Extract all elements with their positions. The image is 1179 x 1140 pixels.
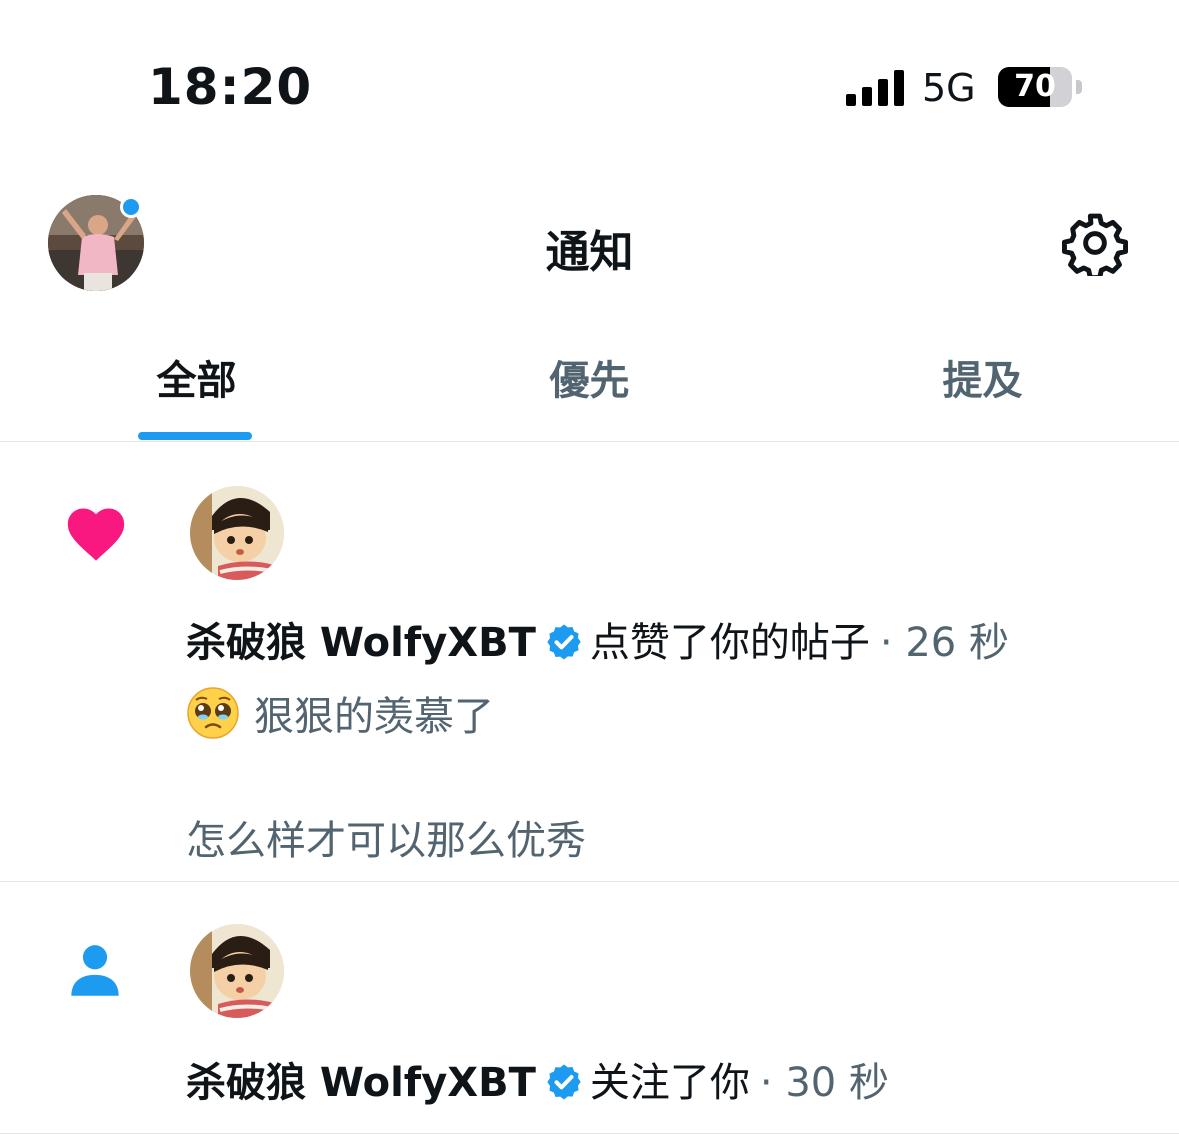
action-text: 关注了你 xyxy=(589,1060,750,1106)
timestamp: · 30 秒 xyxy=(759,1060,889,1106)
page-title: 通知 xyxy=(545,227,634,278)
battery-icon: 70 xyxy=(998,67,1072,107)
avatar-illustration xyxy=(190,924,284,1018)
unread-dot xyxy=(120,196,142,218)
post-snippet-line1: 狠狠的羡慕了 xyxy=(186,684,494,742)
notification-like[interactable]: 杀破狼 WolfyXBT 点赞了你的帖子 · 26 秒 狠狠的羡慕了 怎么样才可以那… xyxy=(0,442,1179,882)
notification-follow[interactable]: 杀破狼 WolfyXBT 关注了你 · 30 秒 xyxy=(0,882,1179,1134)
header: 通知 xyxy=(0,180,1179,310)
snippet-text-1: 狠狠的羡慕了 xyxy=(254,694,494,740)
verified-badge-icon xyxy=(547,624,581,660)
avatar[interactable] xyxy=(190,486,284,580)
avatar-illustration xyxy=(190,486,284,580)
status-time: 18:20 xyxy=(148,58,313,116)
tab-mentions[interactable]: 提及 xyxy=(786,348,1179,406)
tab-priority[interactable]: 優先 xyxy=(393,348,786,406)
gear-icon[interactable] xyxy=(1062,210,1128,276)
signal-icon xyxy=(846,70,904,106)
tab-bar: 全部 優先 提及 xyxy=(0,330,1179,442)
pleading-face-emoji xyxy=(187,687,239,739)
heart-icon xyxy=(67,508,125,561)
battery-percent: 70 xyxy=(1014,69,1056,104)
notification-text: 杀破狼 WolfyXBT 关注了你 · 30 秒 xyxy=(186,1050,889,1108)
person-icon xyxy=(71,945,119,996)
username[interactable]: 杀破狼 WolfyXBT xyxy=(186,620,536,666)
battery-tip xyxy=(1076,80,1082,94)
action-text: 点赞了你的帖子 xyxy=(589,620,870,666)
verified-badge-icon xyxy=(547,1064,581,1100)
avatar[interactable] xyxy=(190,924,284,1018)
active-tab-indicator xyxy=(138,432,252,440)
username[interactable]: 杀破狼 WolfyXBT xyxy=(186,1060,536,1106)
timestamp: · 26 秒 xyxy=(879,620,1009,666)
post-snippet-line2: 怎么样才可以那么优秀 xyxy=(186,818,586,864)
network-type: 5G xyxy=(922,66,976,110)
tab-all[interactable]: 全部 xyxy=(0,348,393,406)
notification-text: 杀破狼 WolfyXBT 点赞了你的帖子 · 26 秒 xyxy=(186,610,1009,668)
status-bar: 18:20 5G 70 xyxy=(0,0,1179,150)
